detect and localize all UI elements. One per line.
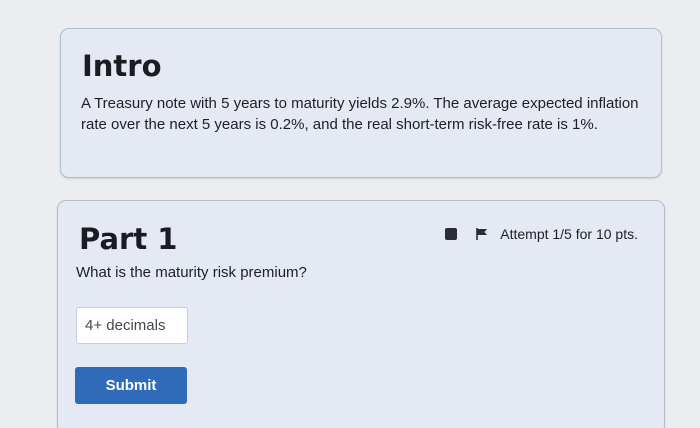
submit-button[interactable]: Submit xyxy=(75,367,187,404)
attempt-area: Attempt 1/5 for 10 pts. xyxy=(445,226,638,242)
question-text: What is the maturity risk premium? xyxy=(76,264,307,281)
intro-card: Intro A Treasury note with 5 years to ma… xyxy=(60,28,662,178)
intro-text: A Treasury note with 5 years to maturity… xyxy=(81,95,639,133)
part1-title: Part 1 xyxy=(79,222,178,256)
square-icon[interactable] xyxy=(445,228,458,240)
part1-card: Part 1 Attempt 1/5 for 10 pts. What is t… xyxy=(57,200,665,428)
intro-title: Intro xyxy=(82,49,162,83)
answer-input[interactable] xyxy=(76,307,188,344)
flag-icon[interactable] xyxy=(475,227,489,241)
attempt-status: Attempt 1/5 for 10 pts. xyxy=(500,226,638,242)
